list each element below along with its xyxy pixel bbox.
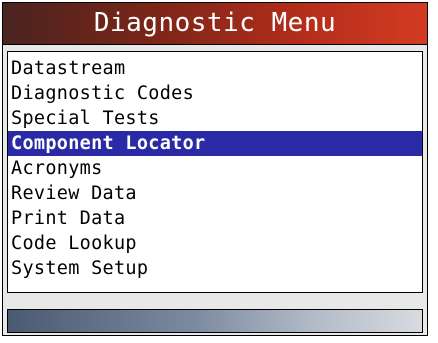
menu-item-component-locator[interactable]: Component Locator [8, 131, 422, 156]
menu-item-diagnostic-codes[interactable]: Diagnostic Codes [8, 81, 422, 106]
diagnostic-screen: Diagnostic Menu Datastream Diagnostic Co… [2, 2, 428, 336]
menu-item-code-lookup[interactable]: Code Lookup [8, 231, 422, 256]
status-bar [7, 309, 423, 333]
menu-item-special-tests[interactable]: Special Tests [8, 106, 422, 131]
menu-item-datastream[interactable]: Datastream [8, 56, 422, 81]
menu-item-print-data[interactable]: Print Data [8, 206, 422, 231]
title-bar: Diagnostic Menu [3, 3, 427, 45]
menu-list: Datastream Diagnostic Codes Special Test… [7, 51, 423, 293]
menu-item-acronyms[interactable]: Acronyms [8, 156, 422, 181]
menu-item-system-setup[interactable]: System Setup [8, 256, 422, 281]
menu-item-review-data[interactable]: Review Data [8, 181, 422, 206]
screen-title: Diagnostic Menu [93, 8, 337, 38]
